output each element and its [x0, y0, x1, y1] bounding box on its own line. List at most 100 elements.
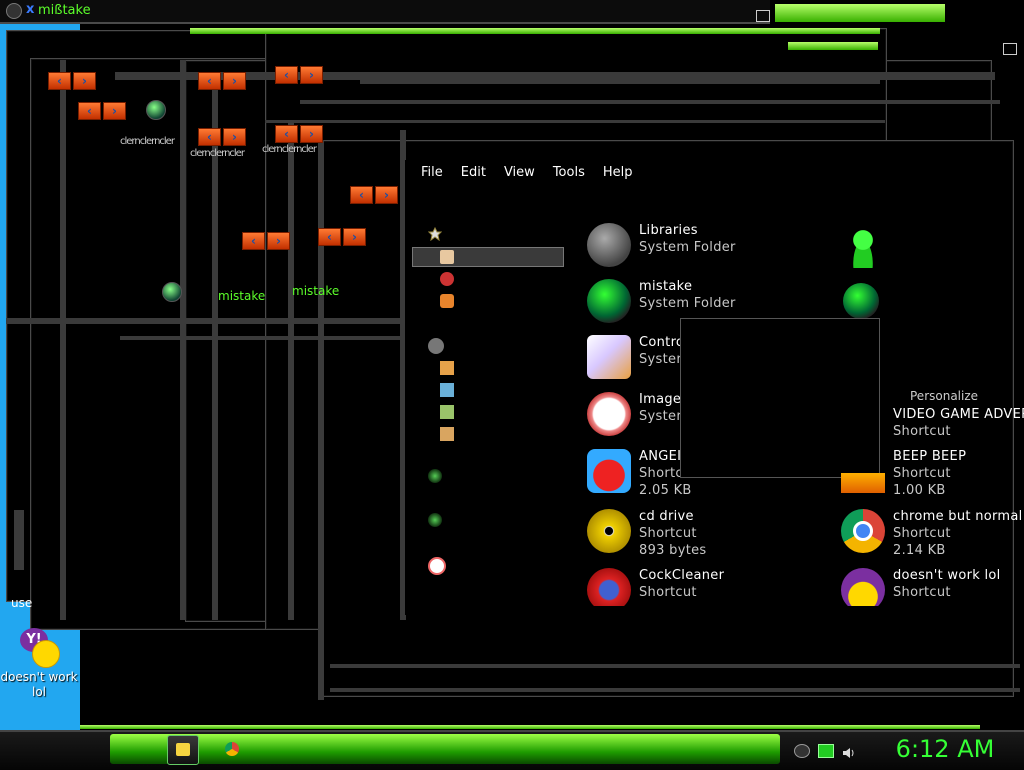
- menu-edit[interactable]: Edit: [452, 163, 495, 183]
- back-forward-buttons[interactable]: ‹ ›: [198, 72, 246, 90]
- folder-icon: [176, 743, 190, 756]
- back-forward-buttons[interactable]: ‹ ›: [78, 102, 126, 120]
- item-type: Shortcut: [893, 466, 951, 481]
- ghost-toolbar: [330, 664, 1020, 668]
- imageshack-nav-icon[interactable]: [428, 557, 446, 575]
- menu-file[interactable]: File: [412, 163, 452, 183]
- ghost-app-icon: [146, 100, 166, 120]
- forward-arrow-icon[interactable]: ›: [375, 186, 398, 204]
- forward-arrow-icon[interactable]: ›: [103, 102, 126, 120]
- taskbar-explorer-button[interactable]: [167, 735, 199, 765]
- ghost-titlebar-glow: [80, 725, 980, 729]
- item-type: Syster: [639, 352, 682, 367]
- ghost-toolbar: [300, 100, 1000, 104]
- list-item[interactable]: doesn't work lol Shortcut: [841, 568, 1024, 606]
- back-forward-buttons[interactable]: ‹ ›: [198, 128, 246, 146]
- back-arrow-icon[interactable]: ‹: [275, 125, 298, 143]
- documents-icon[interactable]: [440, 361, 454, 375]
- back-forward-buttons[interactable]: ‹ ›: [350, 186, 398, 204]
- ghost-border: [288, 120, 294, 620]
- back-arrow-icon[interactable]: ‹: [350, 186, 373, 204]
- forward-arrow-icon[interactable]: ›: [267, 232, 290, 250]
- user-folder-icon: [587, 279, 631, 323]
- maximize-icon[interactable]: [756, 10, 770, 22]
- chrome-icon: [841, 509, 885, 553]
- desktop-partial-label: use: [11, 596, 33, 610]
- item-name: Image: [639, 392, 682, 407]
- ghost-border: [212, 90, 218, 620]
- menu-help[interactable]: Help: [594, 163, 642, 183]
- back-forward-buttons[interactable]: ‹ ›: [48, 72, 96, 90]
- item-name: ANGEI: [639, 449, 682, 464]
- ghost-toolbar: [360, 78, 880, 84]
- item-name: doesn't work lol: [893, 568, 1001, 583]
- back-arrow-icon[interactable]: ‹: [78, 102, 101, 120]
- menu-tools[interactable]: Tools: [544, 163, 594, 183]
- item-size: 893 bytes: [639, 543, 707, 558]
- back-arrow-icon[interactable]: ‹: [242, 232, 265, 250]
- back-forward-buttons[interactable]: ‹ ›: [318, 228, 366, 246]
- desktop-shortcut-label: doesn't work lol: [0, 670, 78, 699]
- forward-arrow-icon[interactable]: ›: [223, 72, 246, 90]
- back-arrow-icon[interactable]: ‹: [318, 228, 341, 246]
- cd-drive-icon: [587, 509, 631, 553]
- list-item[interactable]: chrome but normal c Shortcut 2.14 KB: [841, 509, 1024, 565]
- close-icon[interactable]: x: [26, 2, 34, 17]
- forward-arrow-icon[interactable]: ›: [300, 125, 323, 143]
- list-item[interactable]: BEEP BEEP Shortcut 1.00 KB: [841, 449, 1024, 505]
- item-type: System Folder: [639, 296, 736, 311]
- taskbar-clock[interactable]: 6:12 AM: [880, 734, 1010, 764]
- forward-arrow-icon[interactable]: ›: [300, 66, 323, 84]
- volume-icon[interactable]: [842, 744, 856, 758]
- back-forward-buttons[interactable]: ‹ ›: [275, 125, 323, 143]
- item-name: mistake: [639, 279, 693, 294]
- control-panel-icon: [587, 335, 631, 379]
- network-tray-icon[interactable]: [818, 744, 834, 758]
- taskbar-chrome-button[interactable]: [217, 735, 247, 763]
- recent-places-icon[interactable]: [440, 294, 454, 308]
- item-size: 1.00 KB: [893, 483, 946, 498]
- favorites-star-icon[interactable]: [428, 227, 442, 241]
- ccleaner-icon: [587, 568, 631, 606]
- downloads-icon[interactable]: [440, 272, 454, 286]
- item-type: Shortcut: [893, 424, 951, 439]
- item-type: Syster: [639, 409, 682, 424]
- ghost-toolbar: [265, 120, 885, 123]
- ghost-toolbar: [6, 318, 406, 324]
- menu-view[interactable]: View: [495, 163, 544, 183]
- shortcut-icon: [841, 407, 885, 451]
- forward-arrow-icon[interactable]: ›: [343, 228, 366, 246]
- libraries-nav-icon[interactable]: [428, 338, 444, 354]
- back-forward-buttons[interactable]: ‹ ›: [242, 232, 290, 250]
- desktop-icon[interactable]: [440, 250, 454, 264]
- homegroup-icon[interactable]: [428, 469, 442, 483]
- menu-bar: File Edit View Tools Help: [412, 163, 641, 183]
- pictures-icon[interactable]: [440, 405, 454, 419]
- angry-birds-icon: [587, 449, 631, 493]
- list-item[interactable]: Libraries System Folder: [587, 223, 887, 279]
- item-name: cd drive: [639, 509, 694, 524]
- context-menu-personalize[interactable]: Personalize: [910, 389, 978, 403]
- music-icon[interactable]: [440, 383, 454, 397]
- maximize-icon[interactable]: [1003, 43, 1017, 55]
- back-arrow-icon[interactable]: ‹: [198, 128, 221, 146]
- videos-icon[interactable]: [440, 427, 454, 441]
- ghost-breadcrumb: clernclerncler: [190, 148, 245, 159]
- forward-arrow-icon[interactable]: ›: [73, 72, 96, 90]
- item-size: 2.05 KB: [639, 483, 692, 498]
- back-arrow-icon[interactable]: ‹: [48, 72, 71, 90]
- desktop-shortcut[interactable]: Y! doesn't work lol: [0, 628, 78, 700]
- back-arrow-icon[interactable]: ‹: [198, 72, 221, 90]
- item-name: CockCleaner: [639, 568, 725, 583]
- back-forward-buttons[interactable]: ‹ ›: [275, 66, 323, 84]
- taskbar-highlight: [110, 734, 780, 764]
- forward-arrow-icon[interactable]: ›: [223, 128, 246, 146]
- show-hidden-icons-icon[interactable]: [794, 744, 810, 758]
- nav-selected-item[interactable]: [412, 247, 564, 267]
- ghost-breadcrumb: clernclerncler: [262, 144, 317, 155]
- ghost-border: [60, 60, 66, 620]
- window-titlebar[interactable]: x mißtake: [0, 0, 770, 24]
- back-arrow-icon[interactable]: ‹: [275, 66, 298, 84]
- network-icon[interactable]: [428, 513, 442, 527]
- item-name: chrome but normal c: [893, 509, 1024, 524]
